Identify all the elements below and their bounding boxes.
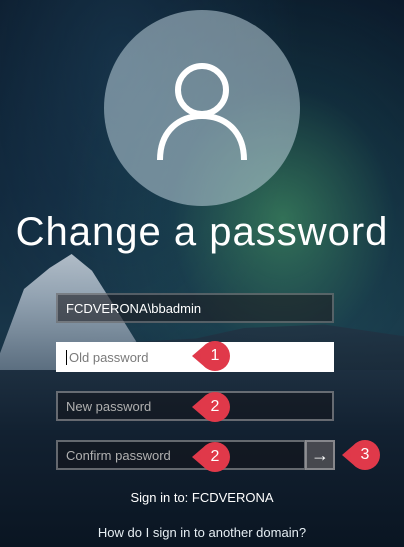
confirm-password-placeholder: Confirm password — [66, 447, 171, 463]
arrow-right-icon: → — [311, 444, 329, 465]
annotation-marker-4: 3 — [342, 440, 380, 470]
annotation-number: 2 — [200, 442, 230, 472]
account-name: FCDVERONA\bbadmin — [66, 300, 202, 316]
annotation-marker-2: 2 — [192, 392, 230, 422]
submit-button[interactable]: → — [305, 440, 335, 470]
annotation-number: 1 — [200, 341, 230, 371]
old-password-placeholder: Old password — [69, 349, 149, 365]
user-avatar — [104, 10, 300, 206]
annotation-marker-1: 1 — [192, 341, 230, 371]
text-caret — [66, 349, 67, 365]
annotation-number: 3 — [350, 440, 380, 470]
new-password-placeholder: New password — [66, 398, 152, 414]
sign-in-domain-text: Sign in to: FCDVERONA — [130, 490, 274, 505]
annotation-number: 2 — [200, 392, 230, 422]
page-title: Change a password — [15, 210, 389, 254]
other-domain-help-link[interactable]: How do I sign in to another domain? — [0, 525, 404, 540]
user-icon — [157, 63, 247, 161]
annotation-marker-3: 2 — [192, 442, 230, 472]
account-name-field: FCDVERONA\bbadmin — [56, 293, 334, 323]
confirm-password-input[interactable]: Confirm password — [56, 440, 306, 470]
